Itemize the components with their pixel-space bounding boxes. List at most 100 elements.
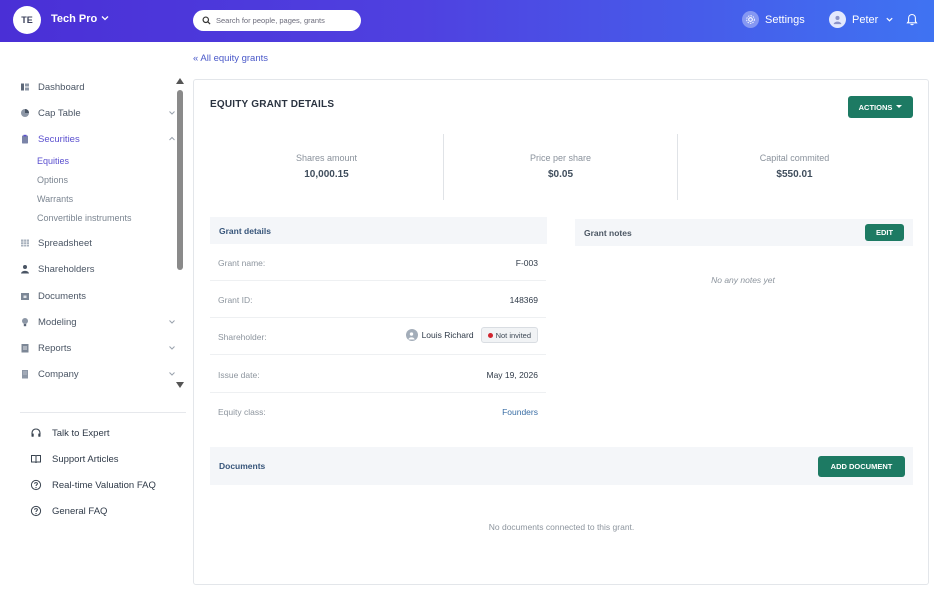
detail-value: May 19, 2026 xyxy=(486,370,538,380)
report-icon xyxy=(20,343,30,353)
sidebar-subitem-options[interactable]: Options xyxy=(37,175,68,185)
help-item-talk-to-expert[interactable]: Talk to Expert xyxy=(30,427,110,439)
person-icon xyxy=(20,264,30,274)
sidebar-item-company[interactable]: Company xyxy=(20,366,176,382)
add-document-button[interactable]: ADD DOCUMENT xyxy=(818,456,905,477)
actions-dropdown-button[interactable]: ACTIONS xyxy=(848,96,913,118)
detail-value: 148369 xyxy=(509,295,538,305)
scroll-down-arrow[interactable] xyxy=(176,382,184,388)
shareholder-link[interactable]: Louis Richard Not invited xyxy=(405,327,538,343)
detail-row-equity-class: Equity class: Founders xyxy=(210,393,546,430)
sidebar-item-label: Reports xyxy=(38,342,72,354)
edit-notes-button[interactable]: EDIT xyxy=(865,224,904,241)
detail-row-issue-date: Issue date: May 19, 2026 xyxy=(210,356,546,393)
org-name[interactable]: Tech Pro xyxy=(51,13,97,25)
help-item-label: General FAQ xyxy=(52,505,108,517)
clipboard-icon xyxy=(20,134,30,144)
help-item-general-faq[interactable]: General FAQ xyxy=(30,505,107,517)
sidebar-item-securities[interactable]: Securities xyxy=(20,131,176,147)
help-item-valuation-faq[interactable]: Real-time Valuation FAQ xyxy=(30,479,156,491)
search-input[interactable] xyxy=(216,16,356,25)
stat-value: 10,000.15 xyxy=(304,169,349,180)
question-circle-icon xyxy=(30,479,42,491)
building-icon xyxy=(20,369,30,379)
detail-row-shareholder: Shareholder: Louis Richard Not invited xyxy=(210,318,546,355)
caret-down-icon xyxy=(896,104,903,108)
detail-value: F-003 xyxy=(515,258,538,268)
scroll-up-arrow[interactable] xyxy=(176,78,184,84)
detail-label: Shareholder: xyxy=(218,332,267,342)
sidebar-divider xyxy=(20,412,186,413)
sidebar-item-label: Company xyxy=(38,368,79,380)
sidebar-item-label: Securities xyxy=(38,133,80,145)
sidebar-item-label: Documents xyxy=(38,290,87,302)
person-avatar-icon xyxy=(405,329,418,341)
sidebar-subitem-convertible-instruments[interactable]: Convertible instruments xyxy=(37,213,132,223)
detail-row-grant-id: Grant ID: 148369 xyxy=(210,281,546,318)
stat-label: Price per share xyxy=(529,153,592,163)
section-title: Grant details xyxy=(219,226,271,236)
empty-documents-message: No documents connected to this grant. xyxy=(488,522,635,532)
dashboard-icon xyxy=(20,82,30,92)
sidebar-item-documents[interactable]: Documents xyxy=(20,288,176,304)
sidebar-item-label: Cap Table xyxy=(38,107,81,119)
book-icon xyxy=(30,453,42,465)
sidebar-item-spreadsheet[interactable]: Spreadsheet xyxy=(20,235,176,251)
gear-icon xyxy=(742,11,759,28)
documents-header: Documents xyxy=(210,447,913,485)
chevron-down-icon xyxy=(169,111,175,115)
search-bar[interactable] xyxy=(193,10,361,31)
headset-icon xyxy=(30,427,42,439)
detail-label: Equity class: xyxy=(218,407,266,417)
help-item-label: Support Articles xyxy=(52,453,119,465)
org-avatar[interactable]: TE xyxy=(13,6,41,34)
sidebar-subitem-equities[interactable]: Equities xyxy=(37,156,69,166)
stat-shares-amount: Shares amount 10,000.15 xyxy=(210,133,443,200)
detail-row-grant-name: Grant name: F-003 xyxy=(210,244,546,281)
empty-notes-message: No any notes yet xyxy=(711,275,775,285)
settings-button[interactable]: Settings xyxy=(742,11,805,28)
help-item-label: Talk to Expert xyxy=(52,427,110,439)
grant-notes-header: Grant notes xyxy=(575,219,913,246)
user-name: Peter xyxy=(852,13,879,26)
help-item-label: Real-time Valuation FAQ xyxy=(52,479,156,491)
sidebar-item-label: Dashboard xyxy=(38,81,85,93)
chevron-down-icon xyxy=(169,346,175,350)
stat-label: Capital commited xyxy=(759,153,830,163)
back-link-label: All equity grants xyxy=(200,53,269,64)
stat-value: $550.01 xyxy=(776,169,813,180)
status-dot-icon xyxy=(487,332,493,338)
double-chevron-left-icon: « xyxy=(193,53,199,64)
sidebar-item-shareholders[interactable]: Shareholders xyxy=(20,261,176,277)
scrollbar-thumb[interactable] xyxy=(177,90,183,270)
page-title: EQUITY GRANT DETAILS xyxy=(210,99,335,110)
sidebar-item-dashboard[interactable]: Dashboard xyxy=(20,79,176,95)
sidebar-item-modeling[interactable]: Modeling xyxy=(20,314,176,330)
shareholder-name: Louis Richard xyxy=(421,330,474,340)
search-icon xyxy=(202,16,211,25)
equity-class-link[interactable]: Founders xyxy=(502,407,538,417)
sidebar-item-label: Spreadsheet xyxy=(38,237,92,249)
sidebar-item-label: Modeling xyxy=(38,316,77,328)
bell-icon[interactable] xyxy=(906,13,918,26)
section-title: Grant notes xyxy=(584,228,632,238)
folder-icon xyxy=(20,291,30,301)
actions-label: ACTIONS xyxy=(858,102,893,112)
user-menu[interactable]: Peter xyxy=(829,11,894,28)
grid-icon xyxy=(20,238,30,248)
sidebar: Dashboard Cap Table Securities Equities … xyxy=(0,42,192,589)
chevron-up-icon xyxy=(169,136,175,141)
status-badge: Not invited xyxy=(480,327,538,343)
section-title: Documents xyxy=(219,461,266,471)
chevron-down-icon[interactable] xyxy=(100,13,110,23)
user-avatar-icon xyxy=(829,11,846,28)
sidebar-subitem-warrants[interactable]: Warrants xyxy=(37,194,73,204)
back-to-equity-grants-link[interactable]: « All equity grants xyxy=(193,53,268,64)
help-item-support-articles[interactable]: Support Articles xyxy=(30,453,119,465)
pie-chart-icon xyxy=(20,108,30,118)
status-badge-label: Not invited xyxy=(495,330,531,340)
detail-label: Grant ID: xyxy=(218,295,253,305)
sidebar-item-reports[interactable]: Reports xyxy=(20,340,176,356)
sidebar-item-cap-table[interactable]: Cap Table xyxy=(20,105,176,121)
chevron-down-icon xyxy=(169,320,175,324)
